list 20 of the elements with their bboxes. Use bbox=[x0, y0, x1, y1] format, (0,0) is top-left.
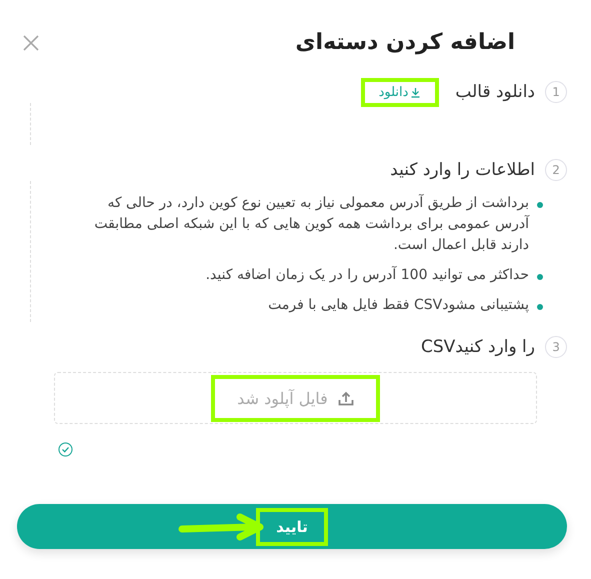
upload-button[interactable]: فایل آپلود شد bbox=[215, 378, 376, 418]
step-title: اطلاعات را وارد کنید bbox=[390, 160, 535, 180]
instruction-text: پشتیبانی مشودCSV فقط فایل هایی با فرمت bbox=[268, 296, 529, 315]
bullet-dot bbox=[537, 202, 543, 208]
download-icon bbox=[410, 86, 422, 98]
upload-dropzone[interactable]: فایل آپلود شد bbox=[54, 372, 537, 424]
download-link[interactable]: دانلود bbox=[364, 82, 436, 102]
step-number: 2 bbox=[545, 159, 567, 181]
bullet-dot bbox=[537, 304, 543, 310]
bullet-dot bbox=[537, 274, 543, 280]
step-number: 3 bbox=[545, 336, 567, 358]
upload-icon bbox=[338, 390, 354, 406]
instruction-text: حداکثر می توانید 100 آدرس را در یک زمان اضافه کنید. bbox=[206, 265, 529, 285]
step-number: 1 bbox=[545, 81, 567, 103]
step-title: دانلود قالب bbox=[455, 82, 535, 102]
confirm-button[interactable]: تایید bbox=[17, 504, 567, 549]
step-title: را وارد کنیدCSV bbox=[420, 337, 535, 357]
dialog-title: اضافه کردن دسته‌ای bbox=[295, 30, 515, 55]
instruction-text: برداشت از طریق آدرس معمولی نیاز به تعیین نوع کوین دارد، در حالی که آدرس عمومی برای برداشت همه کوین هایی که با این شبکه اصلی مطابقت دارند قابل اعمال است. bbox=[93, 193, 529, 255]
close-icon[interactable] bbox=[22, 34, 40, 52]
